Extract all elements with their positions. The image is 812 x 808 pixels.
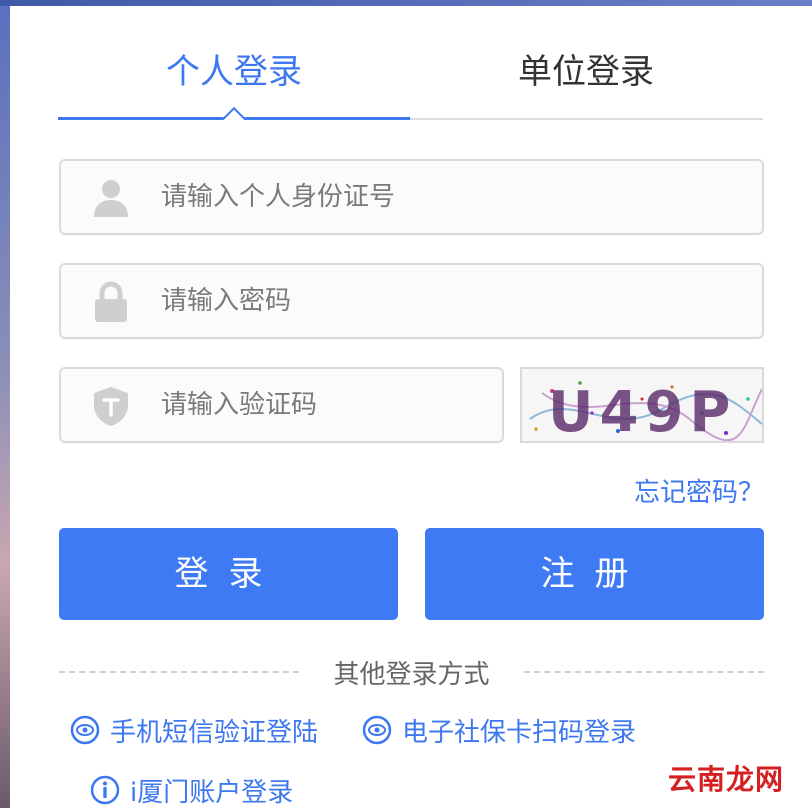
login-tabs: 个人登录 单位登录	[58, 40, 763, 120]
xiamen-account-login-label: i厦门账户登录	[130, 777, 294, 808]
captcha-image-art: U49P	[522, 369, 762, 443]
password-field[interactable]	[59, 263, 764, 339]
info-circle-icon	[90, 775, 120, 805]
tab-unit-login[interactable]: 单位登录	[410, 40, 762, 112]
captcha-field[interactable]	[59, 367, 504, 443]
forgot-password-link[interactable]: 忘记密码？	[610, 472, 764, 509]
other-login-heading: 其他登录方式	[333, 660, 490, 690]
other-login-divider: 其他登录方式	[59, 654, 764, 690]
register-button[interactable]: 注册	[425, 528, 764, 620]
id-number-field[interactable]	[59, 159, 764, 235]
shield-t-icon	[94, 387, 128, 426]
eye-circle-icon	[70, 715, 100, 745]
tab-caret-icon	[220, 106, 248, 120]
captcha-image[interactable]: U49P	[520, 367, 764, 443]
lock-icon	[95, 281, 127, 322]
login-panel: 个人登录 单位登录 请输入个人身份证号 请输入验证码 U49P 忘记密码？ 登录…	[10, 6, 812, 808]
site-watermark: 云南龙网	[664, 760, 812, 808]
user-icon	[94, 180, 128, 217]
login-button[interactable]: 登录	[59, 528, 398, 620]
captcha-text: U49P	[548, 380, 736, 443]
divider-line-left	[59, 671, 299, 673]
xiamen-account-login-link[interactable]: i厦门账户登录	[90, 770, 293, 808]
tab-personal-login[interactable]: 个人登录	[58, 40, 410, 112]
eye-circle-icon	[362, 715, 392, 745]
captcha-input[interactable]	[161, 381, 482, 429]
sms-login-link[interactable]: 手机短信验证登陆	[70, 710, 318, 750]
password-input[interactable]	[161, 277, 742, 325]
sms-login-label: 手机短信验证登陆	[110, 717, 319, 748]
social-card-login-link[interactable]: 电子社保卡扫码登录	[362, 710, 636, 750]
social-card-login-label: 电子社保卡扫码登录	[402, 717, 637, 748]
divider-line-right	[524, 671, 764, 673]
id-number-input[interactable]	[161, 173, 742, 221]
